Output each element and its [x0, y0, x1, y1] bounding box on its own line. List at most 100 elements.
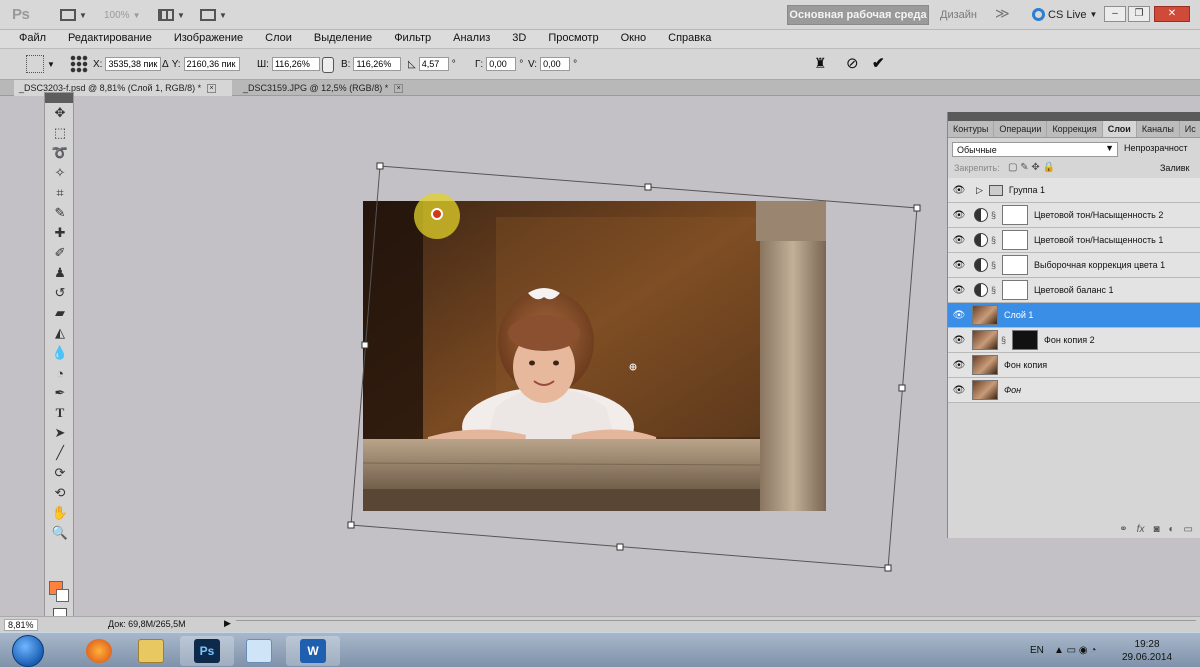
tab-document-2[interactable]: _DSC3159.JPG @ 12,5% (RGB/8) * × [238, 80, 414, 96]
eye-icon[interactable]: 👁 [948, 210, 970, 221]
layer-style-icon[interactable]: fx [1137, 524, 1145, 535]
menu-layers[interactable]: Слои [254, 30, 303, 48]
layer-row-background-copy[interactable]: 👁 Фон копия [948, 353, 1200, 378]
eyedropper-tool-icon[interactable]: ✎ [45, 203, 75, 223]
transform-handle-top[interactable] [644, 183, 652, 191]
magic-wand-tool-icon[interactable]: ✧ [45, 163, 75, 183]
layer-row-group-1[interactable]: 👁 ▷ Группа 1 [948, 178, 1200, 203]
layer-mask-thumbnail[interactable] [1002, 205, 1028, 225]
arrange-documents-button[interactable]: ▼ [158, 6, 185, 24]
eye-icon[interactable]: 👁 [948, 285, 970, 296]
clone-stamp-tool-icon[interactable]: ♟ [45, 263, 75, 283]
transform-handle-bottom-left[interactable] [347, 521, 355, 529]
lock-icons[interactable]: ▢ ✎ ✥ 🔒 [1008, 162, 1055, 173]
marquee-tool-icon[interactable]: ⬚ [45, 123, 75, 143]
taskbar-app-firefox[interactable] [72, 636, 126, 666]
commit-transform-button[interactable]: ✔ [872, 54, 885, 72]
layer-row-selective-color-1[interactable]: 👁 § Выборочная коррекция цвета 1 [948, 253, 1200, 278]
menu-window[interactable]: Окно [610, 30, 658, 48]
tray-icons[interactable]: ▲ ▭ ◉ ◔ [1054, 633, 1096, 667]
vertical-skew-field[interactable] [540, 57, 571, 71]
tab-adjustments[interactable]: Коррекция [1047, 121, 1103, 137]
path-selection-tool-icon[interactable]: ➤ [45, 423, 75, 443]
paint-bucket-tool-icon[interactable]: ◭ [45, 323, 75, 343]
tools-panel-grip[interactable] [45, 93, 73, 103]
zoom-level-field[interactable]: 8,81% [4, 619, 38, 631]
menu-select[interactable]: Выделение [303, 30, 383, 48]
layer-thumbnail[interactable] [972, 355, 998, 375]
layer-row-hue-saturation-1[interactable]: 👁 § Цветовой тон/Насыщенность 1 [948, 228, 1200, 253]
3d-rotate-tool-icon[interactable]: ⟳ [45, 463, 75, 483]
tool-preset-picker[interactable]: ▼ [26, 55, 55, 73]
horizontal-skew-field[interactable] [486, 57, 517, 71]
fill-label[interactable]: Заливк [1160, 163, 1189, 173]
y-position-field[interactable] [183, 57, 240, 71]
taskbar-app-explorer[interactable] [124, 636, 178, 666]
tab-channels[interactable]: Каналы [1137, 121, 1180, 137]
zoom-level-dropdown[interactable]: 100% ▼ [104, 6, 141, 24]
close-button[interactable]: ✕ [1154, 6, 1190, 22]
link-layers-icon[interactable]: ⚭ [1119, 524, 1127, 535]
eye-icon[interactable]: 👁 [948, 360, 970, 371]
menu-view[interactable]: Просмотр [537, 30, 609, 48]
eye-icon[interactable]: 👁 [948, 260, 970, 271]
language-indicator[interactable]: EN [1030, 633, 1044, 667]
healing-brush-tool-icon[interactable]: ✚ [45, 223, 75, 243]
rotation-angle-field[interactable] [418, 57, 449, 71]
layer-mask-thumbnail[interactable] [1002, 230, 1028, 250]
eye-icon[interactable]: 👁 [948, 335, 970, 346]
workspace-more-icon[interactable]: ≫ [995, 5, 1010, 22]
close-tab-icon[interactable]: × [207, 83, 217, 93]
blend-mode-select[interactable]: Обычные ▼ [952, 142, 1118, 157]
opacity-label[interactable]: Непрозрачност [1124, 143, 1188, 153]
history-brush-tool-icon[interactable]: ↺ [45, 283, 75, 303]
restore-button[interactable]: ❐ [1128, 6, 1150, 22]
tab-history[interactable]: Ис [1180, 121, 1200, 137]
move-tool-icon[interactable]: ✥ [45, 103, 75, 123]
layer-thumbnail[interactable] [972, 380, 998, 400]
menu-image[interactable]: Изображение [163, 30, 254, 48]
layer-thumbnail[interactable] [972, 330, 998, 350]
height-scale-field[interactable] [353, 57, 402, 71]
panel-grip[interactable] [948, 112, 1200, 121]
clock[interactable]: 19:28 29.06.2014 [1122, 633, 1172, 667]
menu-file[interactable]: Файл [8, 30, 57, 48]
document-canvas[interactable] [76, 97, 946, 616]
width-scale-field[interactable] [271, 57, 320, 71]
tab-paths[interactable]: Контуры [948, 121, 995, 137]
workspace-essentials-button[interactable]: Основная рабочая среда [787, 5, 929, 25]
layer-row-background-copy-2[interactable]: 👁 § Фон копия 2 [948, 328, 1200, 353]
layer-row-layer-1[interactable]: 👁 Слой 1 [948, 303, 1200, 328]
lasso-tool-icon[interactable]: ➰ [45, 143, 75, 163]
eye-icon[interactable]: 👁 [948, 385, 970, 396]
tab-actions[interactable]: Операции [994, 121, 1048, 137]
eye-icon[interactable]: 👁 [948, 185, 970, 196]
taskbar-app-word[interactable]: W [286, 636, 340, 666]
transform-handle-top-left[interactable] [376, 162, 384, 170]
3d-orbit-tool-icon[interactable]: ⟲ [45, 483, 75, 503]
menu-help[interactable]: Справка [657, 30, 722, 48]
cancel-transform-button[interactable]: ⊘ [846, 54, 859, 72]
pen-tool-icon[interactable]: ✒ [45, 383, 75, 403]
eye-icon[interactable]: 👁 [948, 310, 970, 321]
workspace-design-button[interactable]: Дизайн [940, 9, 977, 21]
line-tool-icon[interactable]: ╱ [45, 443, 75, 463]
document-size-readout[interactable]: Док: 69,8M/265,5M [108, 619, 186, 629]
close-tab-icon[interactable]: × [394, 83, 404, 93]
eye-icon[interactable]: 👁 [948, 235, 970, 246]
transform-handle-left[interactable] [361, 341, 369, 349]
expand-arrow-icon[interactable]: ▷ [976, 185, 983, 196]
type-tool-icon[interactable]: T [45, 403, 75, 423]
new-adjustment-icon[interactable]: ◐ [1169, 524, 1175, 535]
layer-row-color-balance-1[interactable]: 👁 § Цветовой баланс 1 [948, 278, 1200, 303]
eraser-tool-icon[interactable]: ▰ [45, 303, 75, 323]
horizontal-scrollbar[interactable] [236, 620, 1196, 630]
background-color-swatch[interactable] [56, 589, 69, 602]
menu-edit[interactable]: Редактирование [57, 30, 163, 48]
warp-mode-button[interactable]: ♜ [814, 55, 827, 72]
zoom-tool-icon[interactable]: 🔍 [45, 523, 75, 543]
new-group-icon[interactable]: ▭ [1184, 524, 1193, 535]
menu-3d[interactable]: 3D [501, 30, 537, 48]
taskbar-app-notes[interactable] [232, 636, 286, 666]
transform-handle-bottom-right[interactable] [884, 564, 892, 572]
